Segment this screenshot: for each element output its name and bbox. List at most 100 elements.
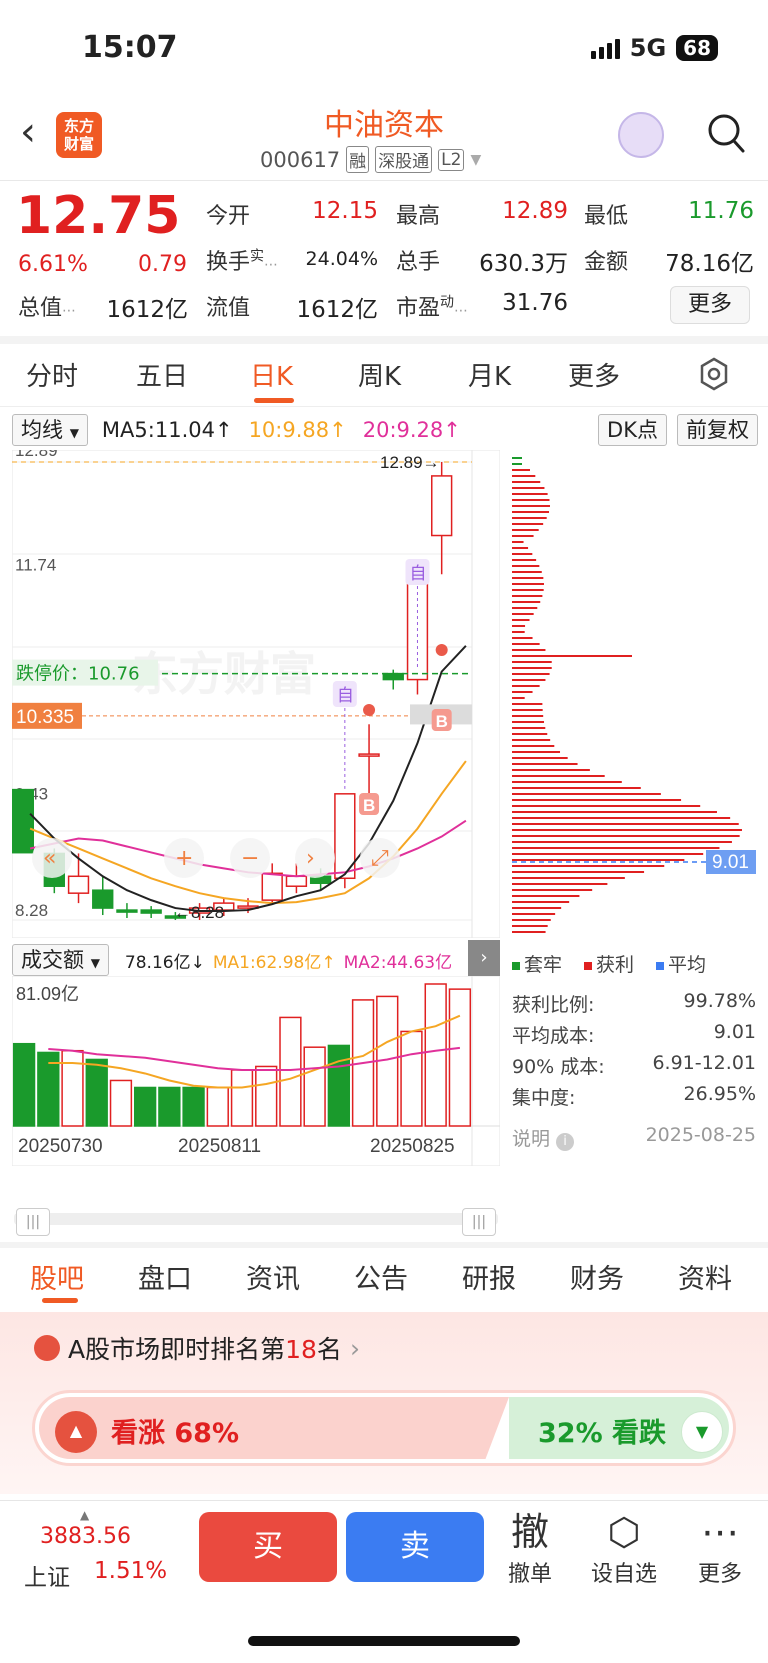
legend-trapped: 套牢 [512, 950, 562, 977]
candle-body [261, 872, 283, 901]
stat-label: 平均成本: [512, 1025, 595, 1047]
legend-trapped-label: 套牢 [524, 954, 563, 976]
stat-value: 6.91-12.01 [652, 1052, 756, 1074]
battery-icon: 68 [676, 35, 718, 61]
stock-code: 000617 [260, 147, 341, 172]
stat-value: 9.01 [713, 1021, 756, 1043]
adjust-button[interactable]: 前复权 [677, 414, 758, 446]
index-name: 上证 [24, 1565, 70, 1591]
cancel-order-label: 撤单 [507, 1562, 552, 1587]
add-watchlist-button[interactable]: ⬡ 设自选 [584, 1508, 664, 1588]
low-marker: ←8.28 [174, 903, 224, 922]
more-actions-button[interactable]: ⋯ 更多 [680, 1508, 760, 1588]
volume-bar [279, 1016, 302, 1127]
more-dots-icon: ⋯ [701, 1510, 739, 1554]
zoom-in-icon: + [175, 846, 193, 871]
chevron-right-icon[interactable]: › [468, 940, 500, 976]
volume-bar [230, 1069, 254, 1127]
divider [0, 406, 768, 407]
tab-news[interactable]: 资讯 [246, 1257, 300, 1296]
candle-body [92, 889, 114, 909]
volume-bar [158, 1086, 181, 1127]
kline-chart[interactable]: 12.8911.7410.599.438.28东方财富12.89→←8.28跌停… [12, 450, 500, 938]
stat-label: 集中度: [512, 1087, 576, 1109]
note-link[interactable]: 说明 i [512, 1124, 575, 1151]
expand-up-icon[interactable]: ▲ [80, 1508, 89, 1522]
chip-footer: 说明 i 2025-08-25 [512, 1124, 756, 1151]
tab-guba[interactable]: 股吧 [30, 1257, 84, 1296]
self-tag: 自 [337, 686, 354, 706]
market-cap-label: 总值⋯ [18, 290, 76, 322]
turnover-label: 换手实⋯ [206, 244, 278, 276]
status-indicators: 5G 68 [590, 34, 718, 62]
active-tab-indicator [254, 398, 294, 403]
volume-bar [424, 983, 447, 1127]
tab-intraday[interactable]: 分时 [26, 356, 78, 393]
ma10-value: 10:9.88↑ [248, 418, 347, 442]
tab-finance[interactable]: 财务 [570, 1257, 624, 1296]
candle-body [67, 875, 90, 894]
volume-select[interactable]: 成交额 ▼ [12, 944, 109, 976]
info-icon[interactable]: ⋯ [264, 257, 278, 273]
amount-value: 78.16亿 [665, 251, 754, 277]
bull-section[interactable] [39, 1397, 509, 1459]
tab-daily-k[interactable]: 日K [250, 356, 293, 393]
buy-marker: B [436, 712, 448, 731]
scroll-handle-left[interactable]: ||| [16, 1208, 50, 1236]
candle-body [140, 909, 162, 914]
turnover-sup: 实 [250, 248, 265, 265]
minus-icon: − [241, 846, 259, 871]
caret-icon: ▼ [90, 956, 100, 970]
tab-research[interactable]: 研报 [462, 1257, 516, 1296]
bull-up-icon[interactable]: ▲ [55, 1411, 97, 1453]
more-quote-button[interactable]: 更多 [670, 286, 750, 324]
legend-profit-label: 获利 [596, 954, 635, 976]
next-icon-bg [295, 838, 335, 878]
hexagon-icon: ⬡ [607, 1510, 641, 1554]
assistant-avatar-icon[interactable] [618, 112, 664, 158]
section-divider [0, 336, 768, 344]
chevron-down-icon[interactable]: ▼ [470, 152, 481, 168]
dk-point-button[interactable]: DK点 [598, 414, 667, 446]
fullscreen-icon: ⤢ [371, 846, 389, 871]
info-icon: i [556, 1133, 575, 1151]
tab-more[interactable]: 更多 [568, 356, 620, 393]
ranking-link[interactable]: A股市场即时排名第18名 › [34, 1330, 360, 1366]
tab-monthly-k[interactable]: 月K [468, 356, 511, 393]
legend-profit: 获利 [584, 950, 634, 977]
cancel-order-button[interactable]: 撤 撤单 [490, 1508, 570, 1588]
stat-average-cost: 平均成本: 9.01 [512, 1021, 756, 1048]
sell-button[interactable]: 卖 [346, 1512, 484, 1582]
pe-sup: 动 [440, 294, 455, 311]
buy-button[interactable]: 买 [199, 1512, 337, 1582]
info-icon[interactable]: ⋯ [454, 303, 468, 319]
volume-max-label: 81.09亿 [16, 984, 79, 1004]
gear-icon[interactable] [697, 357, 731, 391]
current-price: 12.75 [16, 186, 181, 246]
volume-value: 78.16亿↓ [124, 952, 205, 973]
bear-down-icon[interactable]: ▼ [681, 1411, 723, 1453]
volume-bar [109, 1079, 133, 1127]
note-label: 说明 [512, 1128, 551, 1150]
volume-label: 总手 [396, 250, 441, 275]
change-percent: 6.61% [18, 252, 88, 277]
search-icon[interactable] [706, 112, 746, 156]
status-time: 15:07 [82, 30, 178, 65]
stat-90-cost: 90% 成本: 6.91-12.01 [512, 1052, 756, 1079]
info-icon[interactable]: ⋯ [62, 303, 76, 319]
stat-value: 26.95% [683, 1083, 756, 1105]
tab-profile[interactable]: 资料 [678, 1257, 732, 1296]
tab-orderbook[interactable]: 盘口 [138, 1257, 192, 1296]
more-actions-label: 更多 [697, 1562, 742, 1587]
tab-weekly-k[interactable]: 周K [358, 356, 401, 393]
chip-legend: 套牢 获利 平均 [512, 950, 706, 977]
y-axis-label: 12.89 [15, 450, 58, 460]
chart-scrollbar[interactable] [14, 1213, 498, 1225]
tab-five-day[interactable]: 五日 [136, 356, 188, 393]
caret-icon: ▼ [69, 426, 79, 440]
buy-marker: B [363, 796, 375, 815]
market-cap-value: 1612亿 [106, 297, 188, 323]
ma-select[interactable]: 均线 ▼ [12, 414, 88, 446]
scroll-handle-right[interactable]: ||| [462, 1208, 496, 1236]
tab-announcements[interactable]: 公告 [354, 1257, 408, 1296]
